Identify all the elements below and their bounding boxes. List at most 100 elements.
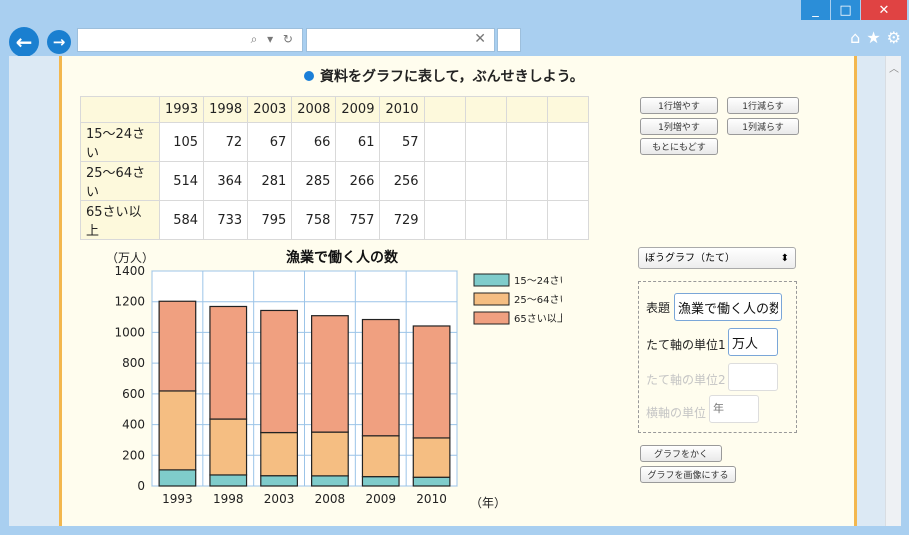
bar-segment — [209, 305, 248, 420]
stacked-bar-chart: （万人） 漁業で働く人の数 （年） 0 200 400 600 800 1000 1200 1… — [106, 249, 562, 510]
value-cell[interactable]: 758 — [291, 200, 337, 240]
table-row: 65さい以上 584 733 795 758 757 729 — [80, 200, 589, 240]
x-tick-label: 1998 — [213, 492, 244, 506]
x-tick-label: 2008 — [315, 492, 346, 506]
bar-segment — [158, 469, 197, 487]
heading-text: 資料をグラフに表して，ぶんせきしよう。 — [320, 69, 584, 85]
title-field[interactable] — [674, 293, 782, 321]
empty-cell[interactable] — [505, 200, 548, 240]
empty-cell[interactable] — [505, 122, 548, 162]
year-cell[interactable]: 2003 — [247, 96, 293, 123]
reset-button[interactable]: もとにもどす — [640, 138, 718, 155]
value-cell[interactable]: 281 — [247, 161, 293, 201]
chart-title: 漁業で働く人の数 — [286, 249, 399, 266]
empty-cell[interactable] — [464, 122, 507, 162]
value-cell[interactable]: 66 — [291, 122, 337, 162]
tab-close-icon[interactable]: ✕ — [474, 31, 486, 47]
y-unit2-field[interactable] — [728, 363, 778, 391]
draw-graph-button[interactable]: グラフをかく — [640, 445, 722, 462]
remove-column-button[interactable]: 1列減らす — [727, 118, 799, 135]
value-cell[interactable]: 514 — [158, 161, 205, 201]
empty-cell[interactable] — [423, 161, 466, 201]
home-icon[interactable]: ⌂ — [850, 28, 860, 47]
value-cell[interactable]: 256 — [379, 161, 425, 201]
year-cell[interactable]: 1993 — [158, 96, 205, 123]
remove-row-button[interactable]: 1行減らす — [727, 97, 799, 114]
graph-settings-panel: 表題 たて軸の単位1 たて軸の単位2 横軸の単位 — [638, 281, 797, 433]
empty-cell[interactable] — [505, 96, 548, 123]
value-cell[interactable]: 72 — [203, 122, 249, 162]
favorites-star-icon[interactable]: ★ — [866, 28, 880, 47]
y-tick-label: 600 — [122, 387, 145, 401]
value-cell[interactable]: 61 — [335, 122, 381, 162]
year-cell[interactable]: 2009 — [335, 96, 381, 123]
value-cell[interactable]: 364 — [203, 161, 249, 201]
table-header-row: 1993 1998 2003 2008 2009 2010 — [80, 96, 589, 123]
minimize-button[interactable]: _ — [801, 0, 831, 20]
year-cell[interactable]: 2010 — [379, 96, 425, 123]
year-cell[interactable]: 1998 — [203, 96, 249, 123]
save-graph-image-button[interactable]: グラフを画像にする — [640, 466, 736, 483]
bar-segment — [158, 300, 197, 392]
table-corner-cell[interactable] — [80, 96, 160, 123]
empty-cell[interactable] — [546, 122, 589, 162]
x-tick-label: 1993 — [162, 492, 193, 506]
row-label-cell[interactable]: 15〜24さい — [80, 122, 160, 162]
bullet-icon — [304, 71, 314, 81]
maximize-button[interactable]: □ — [831, 0, 861, 20]
page-heading: 資料をグラフに表して，ぶんせきしよう。 — [304, 66, 584, 86]
bar-segment — [311, 315, 349, 433]
bar-segment — [311, 431, 349, 477]
value-cell[interactable]: 57 — [379, 122, 425, 162]
empty-cell[interactable] — [464, 161, 507, 201]
empty-cell[interactable] — [423, 96, 466, 123]
empty-cell[interactable] — [546, 96, 589, 123]
forward-arrow-icon[interactable]: → — [47, 30, 71, 54]
legend-swatch — [473, 311, 510, 325]
value-cell[interactable]: 584 — [158, 200, 205, 240]
value-cell[interactable]: 795 — [247, 200, 293, 240]
row-label-cell[interactable]: 65さい以上 — [80, 200, 160, 240]
y-tick-label: 400 — [122, 418, 145, 432]
empty-cell[interactable] — [505, 161, 548, 201]
empty-cell[interactable] — [464, 200, 507, 240]
address-controls[interactable]: ⌕ ▾ ↻ — [251, 32, 296, 47]
empty-cell[interactable] — [423, 122, 466, 162]
graph-type-select[interactable]: ⬍ ぼうグラフ（たて） — [638, 247, 796, 269]
value-cell[interactable]: 733 — [203, 200, 249, 240]
y-tick-label: 1000 — [114, 325, 145, 339]
y-axis-unit-label: （万人） — [106, 251, 154, 265]
browser-tab[interactable]: ✕ — [306, 28, 495, 52]
select-arrow-icon: ⬍ — [780, 253, 789, 264]
bar-segment — [260, 309, 298, 434]
row-label-cell[interactable]: 25〜64さい — [80, 161, 160, 201]
window-controls: _ □ ✕ — [801, 0, 907, 20]
value-cell[interactable]: 266 — [335, 161, 381, 201]
close-button[interactable]: ✕ — [861, 0, 907, 20]
value-cell[interactable]: 729 — [379, 200, 425, 240]
address-bar[interactable]: ⌕ ▾ ↻ — [77, 28, 303, 52]
value-cell[interactable]: 105 — [158, 122, 205, 162]
value-cell[interactable]: 67 — [247, 122, 293, 162]
vertical-scrollbar[interactable]: ︿ — [885, 56, 901, 526]
settings-gear-icon[interactable]: ⚙ — [887, 28, 901, 47]
x-unit-field[interactable] — [709, 395, 759, 423]
bar-segment — [412, 476, 451, 487]
back-arrow-icon[interactable]: ← — [9, 27, 39, 57]
value-cell[interactable]: 757 — [335, 200, 381, 240]
title-field-label: 表題 — [646, 301, 671, 315]
add-row-button[interactable]: 1行増やす — [640, 97, 718, 114]
empty-cell[interactable] — [423, 200, 466, 240]
empty-cell[interactable] — [546, 161, 589, 201]
empty-cell[interactable] — [464, 96, 507, 123]
x-tick-label: 2009 — [365, 492, 396, 506]
y-unit1-field[interactable] — [728, 328, 778, 356]
new-tab-button[interactable] — [497, 28, 521, 52]
empty-cell[interactable] — [546, 200, 589, 240]
year-cell[interactable]: 2008 — [291, 96, 337, 123]
add-column-button[interactable]: 1列増やす — [640, 118, 718, 135]
value-cell[interactable]: 285 — [291, 161, 337, 201]
table-row: 25〜64さい 514 364 281 285 266 256 — [80, 161, 589, 201]
bar-segment — [209, 474, 248, 487]
scroll-up-icon[interactable]: ︿ — [889, 60, 899, 75]
